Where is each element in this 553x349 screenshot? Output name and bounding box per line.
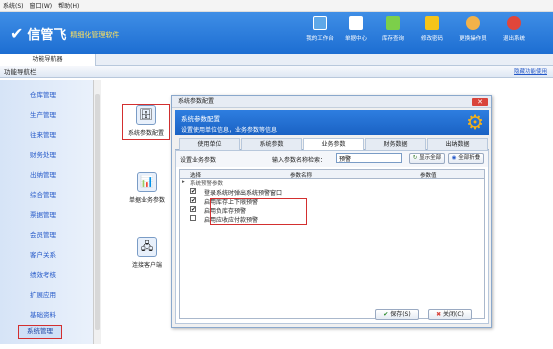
sidebar-item-general[interactable]: 综合管理 <box>0 188 86 202</box>
sidebar: 仓库管理 生产管理 往来管理 财务处理 出纳管理 综合管理 票据管理 会员管理 … <box>0 80 93 344</box>
toolbar-exit-system[interactable]: 退出系统 <box>496 16 532 42</box>
dialog-tabs: 使用单位 系统参数 业务参数 财务数据 出纳数据 <box>175 138 489 150</box>
checkbox[interactable]: ✔ <box>190 188 196 195</box>
menu-help[interactable]: 帮助(H) <box>58 1 79 10</box>
database-icon: 🗄 <box>136 105 156 125</box>
toolbar-my-workbench[interactable]: 我的工作台 <box>302 16 338 42</box>
toolbar-inventory-query[interactable]: 库存查询 <box>375 16 411 42</box>
grid-header: 选择 参数名称 参数值 <box>180 170 484 179</box>
nav-title-bar: 功能导航栏 隐藏功能使用 <box>0 66 553 78</box>
checkbox[interactable]: ✔ <box>190 206 196 213</box>
toolbar-switch-operator[interactable]: 更换操作员 <box>455 16 491 42</box>
menu-window[interactable]: 窗口(W) <box>30 1 53 10</box>
chart-icon: 📊 <box>137 172 157 192</box>
sidebar-item-members[interactable]: 会员管理 <box>0 228 86 242</box>
toolbar-document-center[interactable]: 单据中心 <box>338 16 374 42</box>
checkbox[interactable] <box>190 215 196 221</box>
tab-system-params[interactable]: 系统参数 <box>241 138 302 150</box>
sidebar-item-extensions[interactable]: 扩展应用 <box>0 288 86 302</box>
app-logo: ✔ 信管飞 精细化管理软件 <box>10 24 120 43</box>
hide-feature-link[interactable]: 隐藏功能使用 <box>514 66 547 78</box>
close-button[interactable]: ✖ 关闭(C) <box>428 309 472 320</box>
highlight-box <box>210 198 307 225</box>
save-button[interactable]: ✔ 保存(S) <box>375 309 419 320</box>
tab-finance-data[interactable]: 财务数据 <box>365 138 426 150</box>
scroll-thumb[interactable] <box>95 94 100 330</box>
dialog-banner: 系统参数配置 设置使用单位信息，业务参数等信息 ⚙ <box>175 110 489 135</box>
dialog-title: 系统参数配置 <box>172 96 491 108</box>
param-search-input[interactable] <box>336 153 402 163</box>
system-params-dialog: 系统参数配置 ✕ 系统参数配置 设置使用单位信息，业务参数等信息 ⚙ 使用单位 … <box>171 95 492 328</box>
inventory-icon <box>386 16 400 30</box>
logo-check-icon: ✔ <box>10 24 24 43</box>
sidebar-scrollbar[interactable] <box>93 80 101 344</box>
tab-unit[interactable]: 使用单位 <box>179 138 240 150</box>
sidebar-item-cashier[interactable]: 出纳管理 <box>0 168 86 182</box>
checkbox[interactable]: ✔ <box>190 197 196 204</box>
sidebar-item-finance[interactable]: 财务处理 <box>0 148 86 162</box>
tab-function-navigator[interactable]: 功能导航器 <box>0 54 96 66</box>
module-bill-params[interactable]: 📊 单据业务参数 <box>124 172 170 204</box>
tab-business-params[interactable]: 业务参数 <box>303 138 364 150</box>
params-grid: 选择 参数名称 参数值 ▸ 系统预警参数 ✔ 登录系统时弹出系统预警窗口 ✔ 启用库存… <box>179 169 485 319</box>
sidebar-item-basic-data[interactable]: 基础资料 <box>0 308 86 322</box>
monitor-icon <box>313 16 327 30</box>
sidebar-item-accounts[interactable]: 往来管理 <box>0 128 86 142</box>
sidebar-item-performance[interactable]: 绩效考核 <box>0 268 86 282</box>
app-header: ✔ 信管飞 精细化管理软件 我的工作台 单据中心 库存查询 修改密码 更换操作员… <box>0 12 553 54</box>
collapse-all-button[interactable]: ◉ 全部折叠 <box>448 153 484 164</box>
sidebar-item-warehouse[interactable]: 仓库管理 <box>0 88 86 102</box>
exit-icon <box>507 16 521 30</box>
sidebar-item-crm[interactable]: 客户关系 <box>0 248 86 262</box>
sidebar-item-system[interactable]: 系统管理 <box>18 325 62 339</box>
gear-icon: ⚙ <box>466 110 484 134</box>
close-icon: ✖ <box>436 311 442 318</box>
menu-bar: 系统(S) 窗口(W) 帮助(H) <box>0 0 553 12</box>
module-system-params[interactable]: 🗄 系统参数配置 <box>122 104 170 140</box>
document-icon <box>349 16 363 30</box>
refresh-icon: ↻ <box>412 155 418 161</box>
tab-cashier-data[interactable]: 出纳数据 <box>427 138 488 150</box>
expand-arrow-icon: ▸ <box>182 179 185 185</box>
sidebar-item-bills[interactable]: 票据管理 <box>0 208 86 222</box>
network-icon: 🖧 <box>137 237 157 257</box>
grid-group-row[interactable]: ▸ 系统预警参数 <box>180 179 484 187</box>
tab-strip: 功能导航器 <box>0 54 553 66</box>
dialog-close-button[interactable]: ✕ <box>472 98 488 106</box>
business-params-pane: 设置业务参数 输入参数名称检索： ↻ 显示全部 ◉ 全部折叠 选择 参数名称 参… <box>175 150 489 324</box>
collapse-icon: ◉ <box>451 155 457 161</box>
user-icon <box>466 16 480 30</box>
toolbar-change-password[interactable]: 修改密码 <box>414 16 450 42</box>
menu-system[interactable]: 系统(S) <box>3 1 24 10</box>
module-connect-client[interactable]: 🖧 连接客户端 <box>124 237 170 269</box>
lock-icon <box>425 16 439 30</box>
save-icon: ✔ <box>383 311 389 318</box>
show-all-button[interactable]: ↻ 显示全部 <box>409 153 445 164</box>
sidebar-item-production[interactable]: 生产管理 <box>0 108 86 122</box>
search-row: 设置业务参数 输入参数名称检索： ↻ 显示全部 ◉ 全部折叠 <box>176 151 488 167</box>
table-row[interactable]: ✔ 登录系统时弹出系统预警窗口 <box>180 187 484 197</box>
